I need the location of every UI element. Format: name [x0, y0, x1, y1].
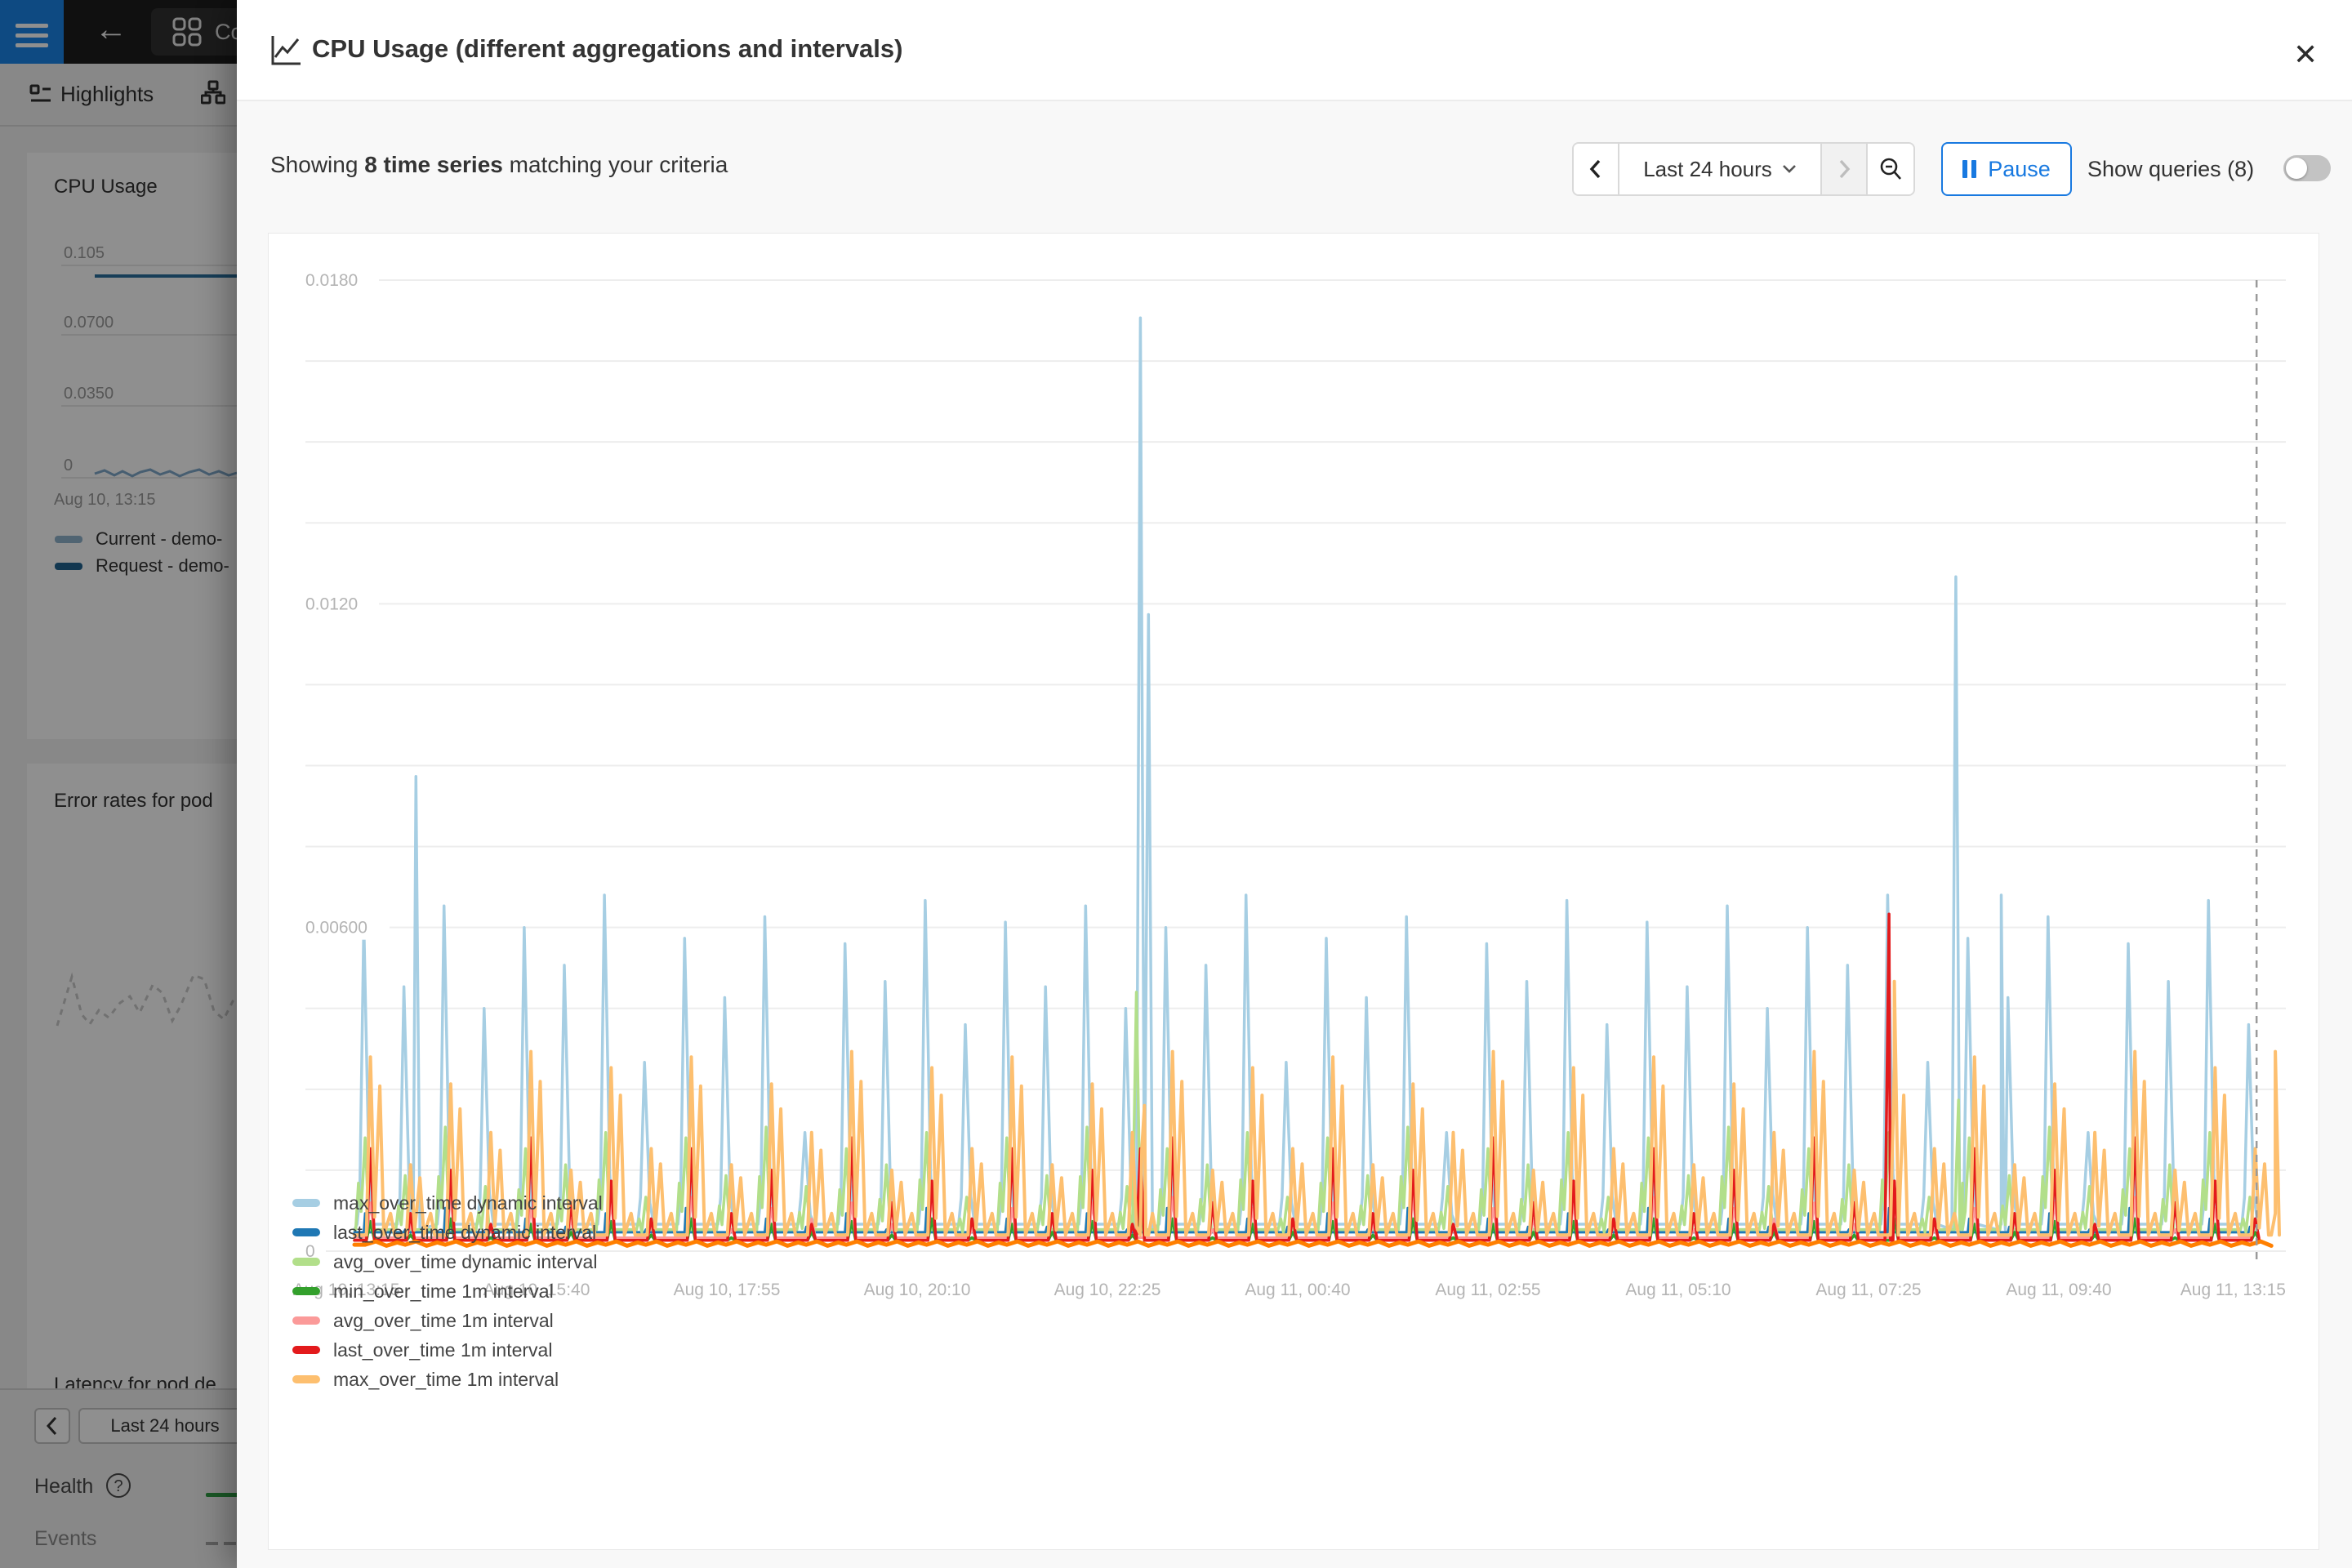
legend-item[interactable]: max_over_time 1m interval: [292, 1365, 603, 1394]
chevron-left-icon: [1588, 158, 1603, 180]
legend-swatch: [292, 1375, 320, 1383]
x-tick-label: Aug 10, 17:55: [674, 1281, 781, 1299]
show-queries-toggle[interactable]: [2283, 155, 2331, 181]
legend-item[interactable]: last_over_time dynamic interval: [292, 1218, 603, 1247]
series-unlabeled-orange-baseline: [354, 1241, 2271, 1245]
legend-label: last_over_time dynamic interval: [333, 1222, 596, 1244]
legend-label: min_over_time 1m interval: [333, 1281, 554, 1303]
x-tick-label: Aug 10, 22:25: [1054, 1281, 1161, 1299]
modal-body: Showing 8 time series matching your crit…: [237, 101, 2352, 1568]
x-tick-label: Aug 11, 00:40: [1245, 1281, 1350, 1299]
legend-swatch: [292, 1316, 320, 1325]
x-tick-label: Aug 11, 13:15: [2180, 1281, 2286, 1299]
cpu-usage-modal: CPU Usage (different aggregations and in…: [237, 0, 2352, 1568]
show-queries-label: Show queries (8): [2087, 142, 2254, 196]
y-tick-label: 0.0180: [305, 271, 358, 290]
legend-label: max_over_time dynamic interval: [333, 1192, 603, 1214]
modal-title: CPU Usage (different aggregations and in…: [312, 34, 902, 64]
legend-swatch: [292, 1287, 320, 1295]
pause-label: Pause: [1988, 157, 2051, 182]
line-chart-icon: [268, 33, 304, 69]
x-tick-label: Aug 11, 02:55: [1435, 1281, 1540, 1299]
timeframe-next-button[interactable]: [1822, 144, 1868, 194]
legend-item[interactable]: avg_over_time 1m interval: [292, 1306, 603, 1335]
legend-swatch: [292, 1199, 320, 1207]
timeframe-value: Last 24 hours: [1643, 157, 1772, 182]
legend-label: max_over_time 1m interval: [333, 1369, 559, 1391]
legend-swatch: [292, 1346, 320, 1354]
legend-item[interactable]: avg_over_time dynamic interval: [292, 1247, 603, 1276]
chevron-down-icon: [1782, 164, 1797, 174]
zoom-out-icon: [1878, 157, 1903, 181]
legend-label: avg_over_time 1m interval: [333, 1310, 554, 1332]
series-summary: Showing 8 time series matching your crit…: [270, 152, 728, 178]
zoom-out-button[interactable]: [1868, 144, 1913, 194]
x-tick-label: Aug 11, 07:25: [1815, 1281, 1921, 1299]
legend-item[interactable]: last_over_time 1m interval: [292, 1335, 603, 1365]
chevron-right-icon: [1837, 158, 1851, 180]
y-tick-label: 0.0120: [305, 595, 358, 613]
legend-label: last_over_time 1m interval: [333, 1339, 552, 1361]
y-tick-label: 0.00600: [305, 919, 368, 938]
legend-swatch: [292, 1228, 320, 1236]
legend-item[interactable]: max_over_time dynamic interval: [292, 1188, 603, 1218]
x-tick-label: Aug 11, 09:40: [2006, 1281, 2111, 1299]
timeframe-dropdown[interactable]: Last 24 hours: [1619, 144, 1822, 194]
legend-label: avg_over_time dynamic interval: [333, 1251, 597, 1273]
legend-item[interactable]: min_over_time 1m interval: [292, 1276, 603, 1306]
x-tick-label: Aug 10, 20:10: [864, 1281, 971, 1299]
legend-swatch: [292, 1258, 320, 1266]
timeframe-previous-button[interactable]: [1574, 144, 1619, 194]
screen: ← Co Highlights: [0, 0, 2352, 1568]
close-icon[interactable]: ✕: [2293, 38, 2318, 72]
pause-icon: [1962, 160, 1976, 178]
chart-legend: max_over_time dynamic interval last_over_…: [292, 1188, 603, 1394]
timeframe-control-group: Last 24 hours: [1572, 142, 1915, 196]
pause-button[interactable]: Pause: [1941, 142, 2072, 196]
toggle-knob: [2286, 158, 2307, 179]
modal-header: CPU Usage (different aggregations and in…: [237, 0, 2352, 101]
x-tick-label: Aug 11, 05:10: [1625, 1281, 1731, 1299]
